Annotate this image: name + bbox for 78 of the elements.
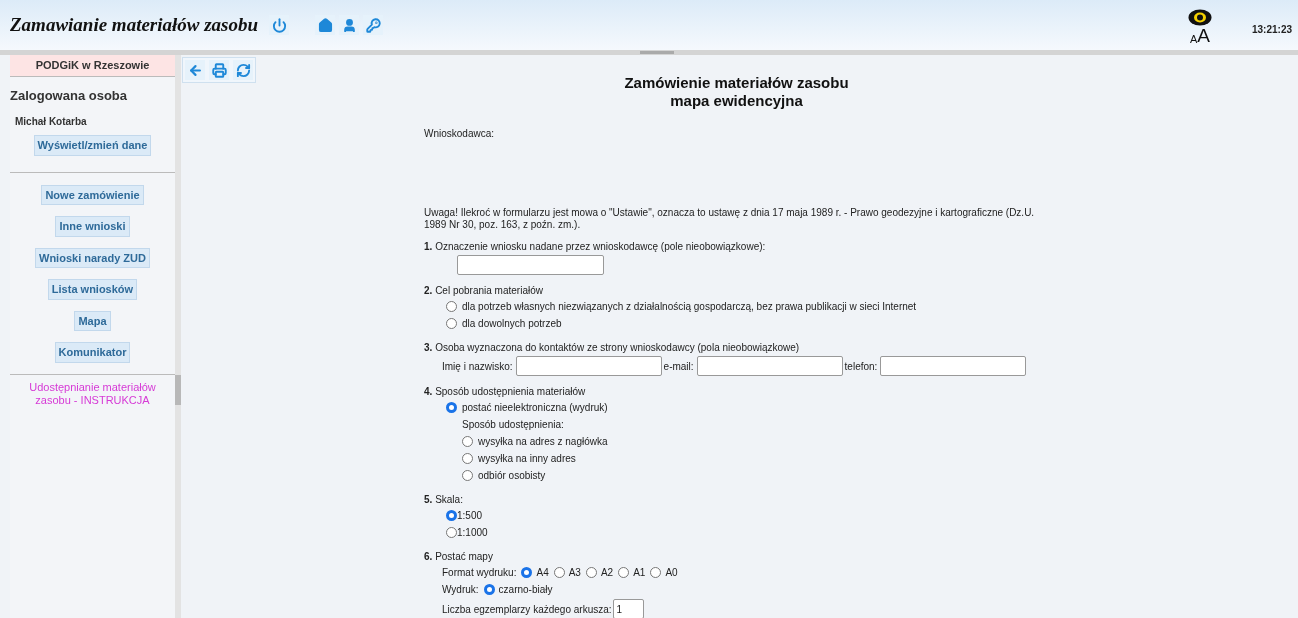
radio-label: wysyłka na adres z nagłówka xyxy=(478,435,608,449)
profile-button[interactable]: Wyświetl/zmień dane xyxy=(33,135,152,156)
power-icon xyxy=(271,17,287,33)
scrollbar-thumb[interactable] xyxy=(175,375,181,405)
radio-button[interactable] xyxy=(462,470,473,481)
radio-button[interactable] xyxy=(462,436,473,447)
user-icon xyxy=(341,17,357,33)
clock-time: 13:21:23 xyxy=(1251,23,1292,37)
user-name: Michał Kotarba xyxy=(15,115,87,129)
back-button[interactable] xyxy=(185,60,205,80)
radio-label: odbiór osobisty xyxy=(478,469,546,483)
radio-button[interactable] xyxy=(446,402,457,413)
nav-button[interactable]: Wnioski narady ZUD xyxy=(35,247,150,268)
eye-icon xyxy=(1187,9,1212,26)
key-icon xyxy=(365,17,381,33)
section-heading: 1. Oznaczenie wniosku nadane przez wnioskodawcę (pole nieobowiązkowe): xyxy=(424,239,766,254)
instruction-link[interactable]: Udostępnianie materiałów zasobu - INSTRUKCJA xyxy=(10,380,175,407)
section-heading: 6. Postać mapy xyxy=(424,549,493,564)
text-input[interactable] xyxy=(457,255,604,275)
print-button[interactable] xyxy=(209,60,229,80)
form-title: Zamówienie materiałów zasobu xyxy=(624,74,849,92)
radio-label: A0 xyxy=(665,566,678,580)
text-input[interactable] xyxy=(880,356,1027,376)
nav-button[interactable]: Mapa xyxy=(74,310,111,331)
printer-icon xyxy=(211,62,227,78)
refresh-icon xyxy=(235,62,251,78)
small-font-letter: A xyxy=(1189,34,1198,45)
radio-button[interactable] xyxy=(462,453,473,464)
radio-button[interactable] xyxy=(650,567,662,578)
text-input[interactable] xyxy=(696,356,843,376)
radio-label: A2 xyxy=(600,566,614,580)
accessibility-button[interactable]: AA xyxy=(1187,9,1212,45)
nav-button[interactable]: Komunikator xyxy=(54,342,131,363)
radio-label: 1:500 xyxy=(457,509,483,523)
radio-button[interactable] xyxy=(618,567,630,578)
text-input[interactable] xyxy=(515,356,662,376)
radio-label: 1:1000 xyxy=(457,526,488,540)
radio-label: dla potrzeb własnych niezwiązanych z działalnością gospodarczą, bez prawa publikacji w sieci Internet xyxy=(462,300,917,314)
home-button[interactable] xyxy=(315,15,336,35)
count-input[interactable]: 1 xyxy=(612,599,644,618)
radio-label: A3 xyxy=(568,566,581,580)
large-font-letter: A xyxy=(1197,26,1210,45)
app-title: Zamawianie materiałów zasobu xyxy=(10,12,259,37)
field-label: telefon: xyxy=(844,359,878,374)
logged-label: Zalogowana osoba xyxy=(10,89,127,102)
field-label: Wydruk: xyxy=(442,583,479,597)
radio-label: wysyłka na inny adres xyxy=(478,452,576,466)
radio-label: A1 xyxy=(633,566,646,580)
field-label: Liczba egzemplarzy każdego arkusza: xyxy=(442,602,612,617)
nav-button[interactable]: Inne wnioski xyxy=(55,216,130,237)
section-heading: 3. Osoba wyznaczona do kontaktów ze strony wnioskodawcy (pola nieobowiązkowe) xyxy=(424,340,800,355)
subheading: Sposób udostępnienia: xyxy=(462,418,564,432)
radio-label: dla dowolnych potrzeb xyxy=(462,317,562,331)
field-label: Imię i nazwisko: xyxy=(442,359,513,374)
radio-label: postać nieelektroniczna (wydruk) xyxy=(462,401,608,415)
applicant-label: Wnioskodawca: xyxy=(424,127,496,141)
radio-button[interactable] xyxy=(446,318,457,329)
radio-button[interactable] xyxy=(446,301,457,312)
nav-button[interactable]: Lista wniosków xyxy=(47,279,138,300)
radio-label: czarno-biały xyxy=(498,583,553,597)
section-heading: 5. Skala: xyxy=(424,492,463,507)
form-subtitle: mapa ewidencyjna xyxy=(670,92,803,110)
radio-button[interactable] xyxy=(553,567,565,578)
radio-button[interactable] xyxy=(521,567,533,578)
section-heading: 4. Sposób udostępnienia materiałów xyxy=(424,384,586,399)
radio-button[interactable] xyxy=(483,584,495,595)
field-label: Format wydruku: xyxy=(442,566,517,580)
refresh-button[interactable] xyxy=(233,60,253,80)
office-header: PODGiK w Rzeszowie xyxy=(10,55,175,77)
section-heading: 2. Cel pobrania materiałów xyxy=(424,283,543,298)
nav-button[interactable]: Nowe zamówienie xyxy=(41,184,144,205)
field-label: e-mail: xyxy=(663,359,694,374)
radio-button[interactable] xyxy=(446,510,457,521)
notice-text: Uwaga! Ilekroć w formularzu jest mowa o "Ustawie", oznacza to ustawę z dnia 17 maja 1989 r. - Prawo geodezyjne i kartograficzne (Dz.U. 1989 Nr 30, poz. 163, z poźn. zm.). xyxy=(424,207,1036,231)
home-icon xyxy=(317,17,333,33)
radio-label: A4 xyxy=(536,566,549,580)
radio-button[interactable] xyxy=(446,527,457,538)
radio-button[interactable] xyxy=(585,567,597,578)
